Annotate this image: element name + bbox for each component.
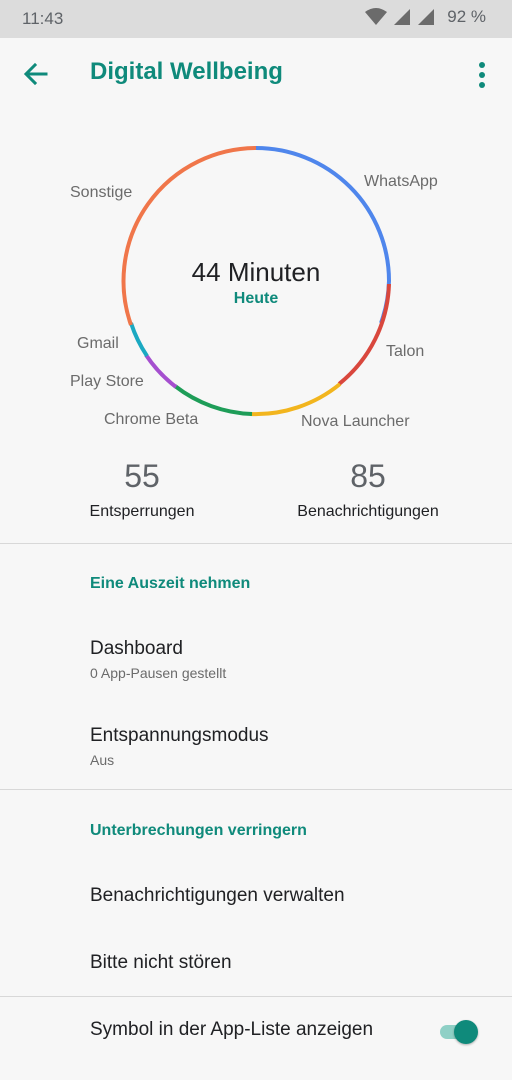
total-usage-time: 44 Minuten: [191, 257, 321, 287]
app-label-gmail: Gmail: [77, 335, 119, 352]
cell-signal-icon: [394, 9, 411, 25]
segment-gmail[interactable]: [129, 322, 149, 358]
dashboard-subtitle: 0 App-Pausen gestellt: [90, 665, 227, 681]
show-icon-row[interactable]: Symbol in der App-Liste anzeigen: [0, 997, 512, 1067]
segment-nova-launcher[interactable]: [249, 382, 342, 417]
manage-notifications-row[interactable]: Benachrichtigungen verwalten: [0, 862, 512, 930]
unlocks-stat: 55 Entsperrungen: [32, 458, 252, 521]
divider: [0, 789, 512, 790]
app-label-play-store: Play Store: [70, 373, 144, 390]
app-label-talon: Talon: [386, 343, 425, 360]
section-title-downtime: Eine Auszeit nehmen: [90, 575, 251, 592]
dashboard-row[interactable]: Dashboard 0 App-Pausen gestellt: [0, 620, 512, 708]
divider: [0, 543, 512, 544]
segment-chrome-beta[interactable]: [173, 384, 253, 416]
notifications-stat: 85 Benachrichtigungen: [258, 458, 478, 521]
arrow-back-icon: [23, 62, 48, 86]
do-not-disturb-label: Bitte nicht stören: [90, 952, 232, 973]
do-not-disturb-row[interactable]: Bitte nicht stören: [0, 930, 512, 996]
notifications-label: Benachrichtigungen: [297, 503, 439, 520]
show-icon-toggle[interactable]: [438, 1018, 480, 1044]
manage-notifications-label: Benachrichtigungen verwalten: [90, 885, 345, 906]
status-bar: 11:43 92 %: [0, 0, 512, 38]
back-button[interactable]: [20, 58, 52, 90]
app-label-sonstige: Sonstige: [70, 184, 133, 201]
battery-percentage: 92 %: [447, 7, 486, 26]
toggle-knob: [454, 1020, 478, 1044]
unlocks-label: Entsperrungen: [89, 503, 195, 520]
app-label-nova-launcher: Nova Launcher: [301, 413, 410, 430]
section-title-interruptions: Unterbrechungen verringern: [90, 822, 307, 839]
dashboard-title: Dashboard: [90, 638, 183, 659]
show-icon-label: Symbol in der App-Liste anzeigen: [90, 1019, 374, 1040]
notifications-count: 85: [350, 458, 386, 494]
wind-down-subtitle: Aus: [90, 752, 115, 768]
cell-signal-icon: [418, 9, 435, 25]
app-label-whatsapp: WhatsApp: [364, 173, 438, 190]
usage-day-label: Heute: [233, 290, 279, 307]
wifi-icon: [365, 8, 388, 25]
more-options-button[interactable]: [468, 58, 496, 92]
app-bar: Digital Wellbeing: [0, 38, 512, 112]
page-title: Digital Wellbeing: [90, 58, 283, 85]
wind-down-title: Entspannungsmodus: [90, 725, 269, 746]
app-label-chrome-beta: Chrome Beta: [104, 411, 199, 428]
status-icons: 92 %: [365, 7, 486, 27]
more-vert-icon: [479, 62, 485, 88]
unlocks-count: 55: [124, 458, 160, 494]
wind-down-row[interactable]: Entspannungsmodus Aus: [0, 708, 512, 790]
status-time: 11:43: [22, 9, 64, 28]
segment-play-store[interactable]: [144, 353, 178, 389]
